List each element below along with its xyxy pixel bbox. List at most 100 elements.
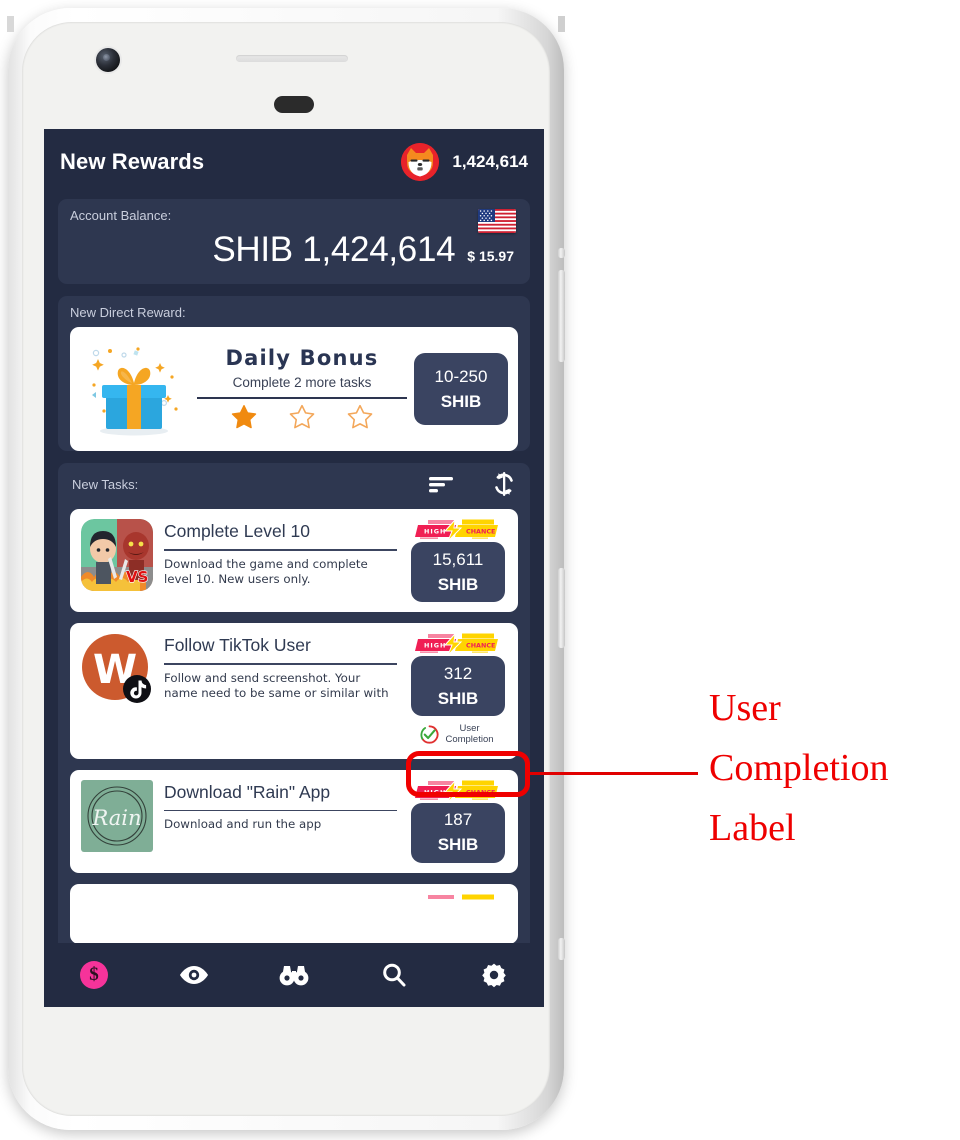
balance-usd-value: $ 15.97	[467, 248, 514, 264]
star-empty-icon	[289, 404, 315, 429]
task-divider	[164, 663, 397, 665]
binoculars-icon	[279, 966, 309, 986]
annotation-line-2: Completion	[709, 747, 889, 790]
daily-bonus-content: Daily Bonus Complete 2 more tasks	[190, 346, 414, 432]
phone-screen: New Rewards 1,424,614 Account Balance: S…	[44, 129, 544, 1007]
daily-bonus-title: Daily Bonus	[225, 346, 379, 370]
task-title: Complete Level 10	[164, 521, 310, 541]
phone-side-button-top[interactable]	[558, 248, 565, 258]
task-reward-pill[interactable]: 312 SHIB	[411, 656, 505, 716]
high-chance-badge: HIGH CHANCE	[412, 632, 504, 656]
svg-text:HIGH: HIGH	[424, 642, 446, 650]
account-balance-card: Account Balance: SHIB 1,424,614 $ 15.97	[58, 199, 530, 284]
task-card[interactable]: W Follow TikTok User Follow and send scr…	[70, 623, 518, 759]
nav-item-settings[interactable]	[444, 962, 544, 988]
nav-item-watch[interactable]	[144, 964, 244, 986]
page-title: New Rewards	[60, 149, 205, 174]
svg-text:CHANCE: CHANCE	[466, 642, 495, 650]
phone-side-button-lower[interactable]	[558, 938, 565, 960]
task-title: Download "Rain" App	[164, 781, 331, 802]
search-icon	[383, 963, 406, 987]
tasks-label: New Tasks:	[72, 476, 139, 492]
bottom-navigation: $	[44, 943, 544, 1007]
annotation-line-3: Label	[709, 807, 796, 850]
task-title: Follow TikTok User	[164, 635, 311, 655]
star-filled-icon	[231, 404, 257, 429]
high-chance-badge	[412, 894, 504, 914]
task-divider	[164, 549, 397, 551]
daily-bonus-subtitle: Complete 2 more tasks	[232, 375, 372, 390]
task-body: Follow TikTok User Follow and send scree…	[164, 633, 397, 749]
user-completion-label[interactable]: User Completion	[416, 721, 500, 749]
high-chance-badge: HIGH CHANCE	[412, 518, 504, 542]
tiktok-avatar-icon: W	[81, 633, 153, 705]
daily-bonus-card[interactable]: Daily Bonus Complete 2 more tasks 10-250…	[70, 327, 518, 451]
task-list: VS Complete Level 10 Download the game a…	[58, 505, 530, 944]
phone-volume-button[interactable]	[558, 270, 565, 362]
task-body: Complete Level 10 Download the game and …	[164, 519, 397, 602]
eye-icon	[180, 966, 208, 984]
balance-row: SHIB 1,424,614 $ 15.97	[58, 230, 530, 270]
nav-item-search[interactable]	[344, 962, 444, 988]
reward-unit: SHIB	[440, 391, 482, 411]
direct-reward-panel: New Direct Reward: Daily Bonus Complete …	[58, 296, 530, 451]
rain-app-icon: Rain	[81, 779, 153, 852]
header-balance-group[interactable]: 1,424,614	[401, 143, 528, 181]
daily-bonus-stars	[229, 403, 375, 432]
reward-amount: 15,611	[432, 549, 484, 569]
front-camera-icon	[96, 48, 120, 72]
svg-text:VS: VS	[126, 568, 148, 586]
completion-line-2: Completion	[445, 733, 494, 745]
reward-unit: SHIB	[437, 835, 479, 855]
annotation-line-1: User	[709, 687, 781, 729]
reward-unit: SHIB	[437, 688, 479, 708]
task-reward-pill[interactable]: 15,611 SHIB	[411, 542, 505, 602]
balance-amount: SHIB 1,424,614	[212, 230, 456, 269]
task-divider	[164, 809, 397, 812]
user-completion-check-icon	[420, 725, 439, 745]
svg-text:CHANCE: CHANCE	[466, 528, 495, 536]
sort-icon[interactable]	[428, 474, 454, 494]
tasks-actions	[428, 471, 516, 497]
task-body: Download "Rain" App Download and run the…	[164, 780, 397, 863]
account-balance-label: Account Balance:	[70, 208, 172, 223]
star-empty-icon	[347, 404, 373, 429]
task-right: HIGH CHANCE 312 SHIB User Completion	[408, 632, 508, 749]
svg-text:Rain: Rain	[91, 806, 141, 830]
refresh-icon[interactable]	[492, 471, 516, 497]
game-battle-icon: VS	[81, 519, 153, 591]
user-completion-text: User Completion	[445, 723, 494, 746]
reward-amount: 187	[443, 810, 473, 830]
shiba-inu-logo-icon	[401, 143, 440, 181]
svg-text:HIGH: HIGH	[424, 528, 446, 536]
gear-icon	[482, 963, 506, 988]
sensor-pill	[274, 96, 314, 113]
task-reward-pill[interactable]: 187 SHIB	[411, 802, 505, 863]
reward-amount: 312	[443, 663, 473, 683]
app-header: New Rewards 1,424,614	[44, 129, 544, 195]
phone-frame: New Rewards 1,424,614 Account Balance: S…	[7, 8, 565, 1130]
phone-antenna-line-right	[558, 16, 565, 32]
speaker-grille	[236, 55, 348, 62]
dollar-coin-icon: $	[80, 961, 108, 989]
daily-bonus-divider	[197, 397, 407, 399]
nav-item-discover[interactable]	[244, 964, 344, 986]
phone-antenna-line-left	[7, 16, 14, 32]
task-right: HIGH CHANCE 15,611 SHIB	[408, 518, 508, 602]
task-card[interactable]: VS Complete Level 10 Download the game a…	[70, 509, 518, 612]
tasks-header: New Tasks:	[58, 463, 530, 505]
header-balance-amount: 1,424,614	[452, 152, 528, 171]
direct-reward-label: New Direct Reward:	[70, 305, 186, 320]
reward-amount: 10-250	[434, 366, 488, 386]
usa-flag-icon	[478, 209, 516, 233]
phone-power-button[interactable]	[558, 568, 565, 648]
task-card-partial[interactable]	[70, 883, 518, 944]
annotation-highlight-rectangle	[406, 751, 530, 797]
gift-box-icon	[80, 337, 190, 441]
annotation-leader-line	[530, 772, 698, 775]
nav-item-rewards[interactable]: $	[44, 961, 144, 989]
annotation-text: User Completion Label	[709, 678, 949, 858]
task-right	[408, 894, 508, 934]
task-description: Download the game and complete level 10.…	[164, 556, 368, 587]
daily-bonus-reward-pill[interactable]: 10-250 SHIB	[414, 353, 508, 425]
